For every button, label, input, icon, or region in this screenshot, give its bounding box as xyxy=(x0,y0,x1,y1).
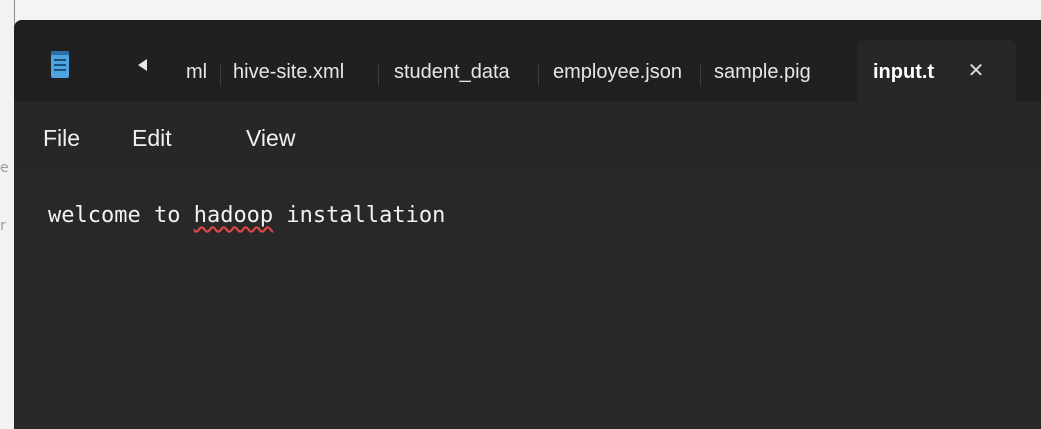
caret-left-icon[interactable] xyxy=(138,59,147,71)
menu-bar: File Edit View xyxy=(14,101,1041,167)
tab-student-data[interactable]: student_data xyxy=(394,61,536,83)
menu-view[interactable]: View xyxy=(246,125,295,151)
desktop-background xyxy=(14,0,1041,22)
tab-separator xyxy=(220,64,221,86)
active-tab-label: input.txt xyxy=(873,61,935,83)
tab-hive-site[interactable]: hive-site.xml xyxy=(233,61,373,83)
editor-text-segment: welcome to xyxy=(48,203,194,228)
background-text: r xyxy=(0,218,6,234)
background-window-edge: e r xyxy=(0,0,15,429)
text-editor[interactable]: welcome to hadoop installation xyxy=(14,167,1041,429)
editor-content[interactable]: welcome to hadoop installation xyxy=(48,203,445,229)
tab-separator xyxy=(700,64,701,86)
tab-separator xyxy=(378,64,379,86)
notepad-icon xyxy=(51,51,69,78)
tab-employee[interactable]: employee.json xyxy=(553,61,696,83)
editor-text-segment: installation xyxy=(273,203,446,228)
menu-file[interactable]: File xyxy=(43,125,80,151)
misspelled-word: hadoop xyxy=(193,203,274,228)
notepad-window: ml hive-site.xml student_data employee.j… xyxy=(14,20,1041,429)
tab-sample-pig[interactable]: sample.pig xyxy=(714,61,839,83)
menu-edit[interactable]: Edit xyxy=(132,125,172,151)
title-bar: ml hive-site.xml student_data employee.j… xyxy=(14,20,1041,101)
tab-ml[interactable]: ml xyxy=(186,61,212,83)
tab-input-active[interactable]: input.txt ✕ xyxy=(857,40,1016,101)
close-icon[interactable]: ✕ xyxy=(964,58,988,82)
tab-separator xyxy=(538,64,539,86)
background-text: e xyxy=(0,160,9,176)
